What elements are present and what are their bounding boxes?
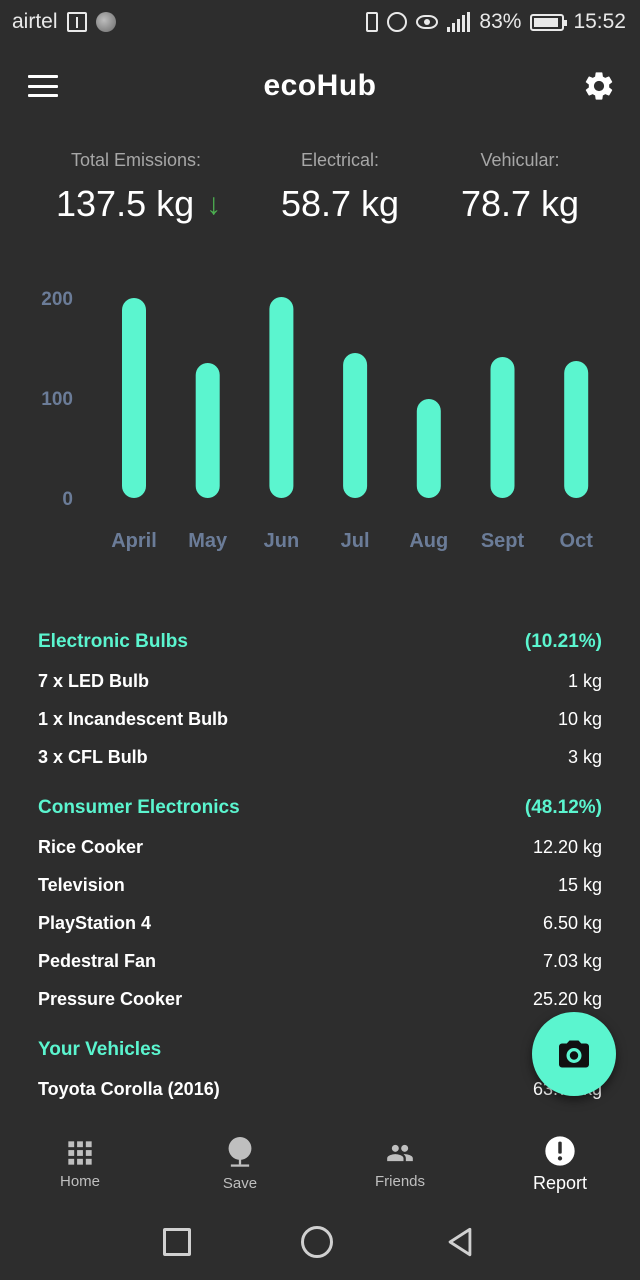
- section-title: Consumer Electronics: [38, 797, 240, 818]
- total-emissions-value-wrap: 137.5 kg ↓: [56, 183, 221, 225]
- x-tick-label: Sept: [481, 530, 525, 552]
- app-title: ecoHub: [263, 69, 377, 102]
- x-tick-label: Jul: [341, 530, 370, 552]
- total-emissions-label: Total Emissions:: [70, 150, 202, 170]
- clock: 15:52: [573, 10, 626, 33]
- bar-aug[interactable]: [416, 399, 441, 498]
- item-value: 15 kg: [557, 874, 602, 895]
- usb-icon: [66, 12, 87, 32]
- nav-report-label: Report: [532, 1172, 588, 1193]
- electrical-value: 58.7 kg: [280, 183, 400, 224]
- exclamation-icon: [545, 1135, 575, 1166]
- list-item[interactable]: Pressure Cooker 25.20 kg: [0, 980, 640, 1018]
- gear-icon[interactable]: [582, 69, 616, 103]
- bar-may[interactable]: [195, 363, 220, 498]
- system-navigation: [0, 1204, 640, 1280]
- item-name: Television: [38, 874, 125, 895]
- item-value: 25.20 kg: [532, 988, 602, 1009]
- vehicular-emissions: Vehicular: 78.7 kg: [446, 150, 594, 225]
- battery-percent: 83%: [479, 10, 522, 33]
- vehicular-value: 78.7 kg: [460, 183, 580, 224]
- nav-save[interactable]: Save: [160, 1124, 320, 1204]
- emissions-chart: 200 100 0 April May Jun Jul Aug Sept Oct: [0, 270, 640, 570]
- x-tick-label: Jun: [264, 530, 300, 552]
- nav-save-label: Save: [222, 1174, 258, 1192]
- bottom-navigation: Home Save Friends Report: [0, 1124, 640, 1204]
- section-title: Electronic Bulbs: [38, 631, 188, 652]
- x-tick-label: April: [111, 530, 157, 552]
- item-name: 7 x LED Bulb: [38, 670, 150, 691]
- camera-button[interactable]: [532, 1012, 616, 1096]
- section-percent: (10.21%): [524, 631, 602, 652]
- section-header: Electronic Bulbs (10.21%): [0, 622, 640, 662]
- item-value: 7.03 kg: [542, 950, 602, 971]
- nav-home[interactable]: Home: [0, 1124, 160, 1204]
- item-name: Toyota Corolla (2016): [38, 1078, 220, 1099]
- electrical-label: Electrical:: [300, 150, 380, 170]
- item-name: Rice Cooker: [38, 836, 144, 857]
- item-value: 6.50 kg: [542, 912, 602, 933]
- electrical-emissions: Electrical: 58.7 kg: [266, 150, 414, 225]
- list-item[interactable]: 3 x CFL Bulb 3 kg: [0, 738, 640, 776]
- app-bar: ecoHub: [0, 52, 640, 120]
- item-name: 3 x CFL Bulb: [38, 746, 148, 767]
- bar-jul[interactable]: [343, 353, 368, 498]
- nav-home-label: Home: [59, 1172, 100, 1190]
- people-icon: [387, 1144, 413, 1161]
- item-name: PlayStation 4: [38, 912, 152, 933]
- item-value: 1 kg: [567, 670, 602, 691]
- home-button[interactable]: [301, 1226, 333, 1258]
- recent-apps-button[interactable]: [163, 1228, 191, 1256]
- item-name: Pressure Cooker: [38, 988, 183, 1009]
- section-title: Your Vehicles: [38, 1039, 162, 1060]
- nav-friends[interactable]: Friends: [320, 1124, 480, 1204]
- bar-oct[interactable]: [564, 361, 589, 498]
- bar-chart: 200 100 0 April May Jun Jul Aug Sept Oct: [41, 289, 594, 552]
- list-item[interactable]: Pedestral Fan 7.03 kg: [0, 942, 640, 980]
- total-emissions: Total Emissions: 137.5 kg ↓: [56, 150, 221, 225]
- bar-sept[interactable]: [490, 357, 515, 498]
- eye-comfort-icon: [416, 15, 439, 29]
- tree-icon: [228, 1136, 252, 1167]
- status-right: 83% 15:52: [366, 10, 626, 34]
- vehicular-label: Vehicular:: [480, 150, 560, 170]
- item-value: 3 kg: [567, 746, 602, 767]
- section-percent: (48.12%): [524, 797, 602, 818]
- alarm-icon: [387, 12, 408, 32]
- item-name: 1 x Incandescent Bulb: [38, 708, 229, 729]
- camera-icon: [559, 1040, 589, 1068]
- y-tick-label: 200: [41, 289, 73, 310]
- x-tick-label: Aug: [409, 530, 448, 552]
- item-name: Pedestral Fan: [38, 950, 157, 971]
- status-left: airtel: [12, 10, 116, 34]
- item-value: 10 kg: [557, 708, 602, 729]
- signal-icon: [447, 12, 471, 32]
- nav-report[interactable]: Report: [480, 1124, 640, 1204]
- arrow-down-icon: ↓: [206, 188, 222, 221]
- list-item[interactable]: Television 15 kg: [0, 866, 640, 904]
- grid-icon: [68, 1140, 92, 1165]
- vibrate-icon: [366, 12, 379, 32]
- menu-icon[interactable]: [28, 75, 58, 97]
- x-tick-label: Oct: [560, 530, 594, 552]
- x-tick-label: May: [188, 530, 228, 552]
- back-button[interactable]: [443, 1225, 477, 1259]
- status-bar: airtel 83% 15:52: [0, 0, 640, 44]
- list-item[interactable]: 1 x Incandescent Bulb 10 kg: [0, 700, 640, 738]
- nav-friends-label: Friends: [374, 1172, 426, 1190]
- list-item[interactable]: PlayStation 4 6.50 kg: [0, 904, 640, 942]
- y-tick-label: 0: [62, 489, 73, 510]
- bar-april[interactable]: [122, 298, 146, 498]
- carrier-name: airtel: [12, 10, 58, 33]
- item-value: 12.20 kg: [532, 836, 602, 857]
- notification-icon: [95, 12, 116, 32]
- section-header: Consumer Electronics (48.12%): [0, 788, 640, 828]
- battery-icon: [530, 13, 568, 31]
- bar-jun[interactable]: [269, 297, 294, 498]
- y-tick-label: 100: [41, 389, 73, 410]
- list-item[interactable]: 7 x LED Bulb 1 kg: [0, 662, 640, 700]
- list-item[interactable]: Rice Cooker 12.20 kg: [0, 828, 640, 866]
- total-emissions-value: 137.5 kg: [56, 183, 195, 224]
